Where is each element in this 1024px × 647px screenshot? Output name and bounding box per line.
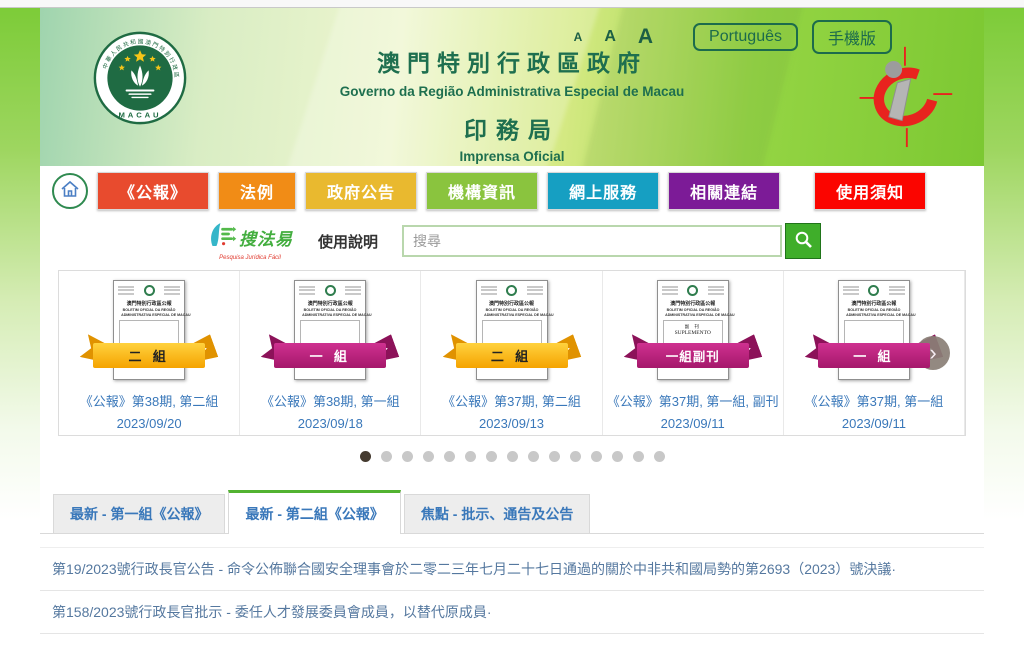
gazette-card[interactable]: 澳門特別行政區公報 BOLETIM OFICIAL DA REGIÃO ADMI… [421,271,602,435]
gazette-title-link[interactable]: 《公報》第38期, 第二組 [80,391,219,410]
site-title-block: 澳門特別行政區政府 Governo da Região Administrati… [40,44,984,164]
cover-emblem-icon [144,285,155,296]
carousel-dot[interactable] [423,451,434,462]
gazette-card[interactable]: 澳門特別行政區公報 BOLETIM OFICIAL DA REGIÃO ADMI… [59,271,240,435]
gazette-date: 2023/09/11 [661,416,725,431]
gazette-card[interactable]: 澳門特別行政區公報 BOLETIM OFICIAL DA REGIÃO ADMI… [240,271,421,435]
cover-emblem-icon [868,285,879,296]
cover-emblem-icon [506,285,517,296]
nav-item-legislation[interactable]: 法例 [218,172,296,210]
announcement-link[interactable]: 第157/2023號行政長官批示 - 委任融入國家發展工作委員會成員，以替代原成… [40,634,984,647]
soufayi-logo-title: 搜法易 [239,225,293,250]
cover-emblem-icon [325,285,336,296]
gazette-date: 2023/09/20 [117,416,182,431]
search-bar-row: 搜法易 Pesquisa Jurídica Fácil 使用說明 [40,216,984,266]
main-navigation: 《公報》 法例 政府公告 機構資訊 網上服務 相關連結 使用須知 [40,166,984,216]
carousel-dot[interactable] [381,451,392,462]
carousel-dot[interactable] [444,451,455,462]
gov-title-pt: Governo da Região Administrativa Especia… [40,84,984,99]
tab-latest-series-1[interactable]: 最新 - 第一組《公報》 [53,494,225,533]
imprensa-oficial-logo [852,40,956,157]
nav-item-online-services[interactable]: 網上服務 [547,172,659,210]
nav-item-org-info[interactable]: 機構資訊 [426,172,538,210]
carousel-dot[interactable] [612,451,623,462]
bureau-title-pt: Imprensa Oficial [40,149,984,164]
carousel-dot[interactable] [570,451,581,462]
nav-item-terms-of-use[interactable]: 使用須知 [814,172,926,210]
search-button[interactable] [785,223,821,259]
gazette-date: 2023/09/13 [479,416,544,431]
carousel-dot[interactable] [633,451,644,462]
carousel-dot[interactable] [549,451,560,462]
gazette-ribbon: 一 組 [265,343,395,368]
nav-item-related-links[interactable]: 相關連結 [668,172,780,210]
home-icon [59,178,81,205]
tab-latest-series-2[interactable]: 最新 - 第二組《公報》 [228,490,400,534]
nav-item-gov-notices[interactable]: 政府公告 [305,172,417,210]
gazette-title-link[interactable]: 《公報》第37期, 第二組 [442,391,581,410]
announcement-list: 第19/2023號行政長官公告 - 命令公佈聯合國安全理事會於二零二三年七月二十… [40,547,984,647]
carousel-dot[interactable] [465,451,476,462]
gov-title-zh: 澳門特別行政區政府 [40,44,984,78]
search-input[interactable] [402,225,782,257]
home-button[interactable] [52,173,88,209]
nav-item-bulletin[interactable]: 《公報》 [97,172,209,210]
gazette-card[interactable]: 澳門特別行政區公報 BOLETIM OFICIAL DA REGIÃO ADMI… [603,271,784,435]
gazette-title-link[interactable]: 《公報》第38期, 第一組 [261,391,400,410]
soufayi-logo-icon [207,221,237,254]
gazette-ribbon: 二 組 [447,343,577,368]
carousel-dot[interactable] [402,451,413,462]
cover-emblem-icon [687,285,698,296]
carousel-dot[interactable] [360,451,371,462]
carousel-dot[interactable] [654,451,665,462]
tab-focus-notices[interactable]: 焦點 - 批示、通告及公告 [404,494,590,533]
usage-instructions-link[interactable]: 使用說明 [318,231,378,252]
page-container: 中華人民共和國澳門特別行政區 MACAU [40,8,984,647]
bureau-title-zh: 印務局 [40,111,984,145]
announcement-link[interactable]: 第158/2023號行政長官批示 - 委任人才發展委員會成員，以替代原成員· [40,591,984,634]
gazette-ribbon: 二 組 [84,343,214,368]
chevron-right-icon: › [929,340,936,365]
announcement-link[interactable]: 第19/2023號行政長官公告 - 命令公佈聯合國安全理事會於二零二三年七月二十… [40,547,984,591]
bulletin-tabs: 最新 - 第一組《公報》 最新 - 第二組《公報》 焦點 - 批示、通告及公告 [40,491,984,534]
gazette-title-link[interactable]: 《公報》第37期, 第一組, 副刊 [607,391,779,410]
carousel-dots [40,449,984,467]
top-strip [0,0,1024,8]
font-size-small-button[interactable]: A [574,30,583,44]
gazette-ribbon: 一 組 [809,343,939,368]
gazette-title-link[interactable]: 《公報》第37期, 第一組 [805,391,944,410]
soufayi-legal-search-logo[interactable]: 搜法易 Pesquisa Jurídica Fácil [198,221,302,261]
carousel-dot[interactable] [507,451,518,462]
gazette-carousel: 澳門特別行政區公報 BOLETIM OFICIAL DA REGIÃO ADMI… [58,270,966,436]
carousel-dot[interactable] [528,451,539,462]
header-banner: 中華人民共和國澳門特別行政區 MACAU [40,8,984,166]
gazette-date: 2023/09/11 [842,416,906,431]
soufayi-logo-subtitle: Pesquisa Jurídica Fácil [198,255,302,261]
gazette-date: 2023/09/18 [298,416,363,431]
carousel-dot[interactable] [486,451,497,462]
carousel-dot[interactable] [591,451,602,462]
gazette-ribbon: 一組副刊 [628,343,758,368]
search-icon [794,230,813,252]
